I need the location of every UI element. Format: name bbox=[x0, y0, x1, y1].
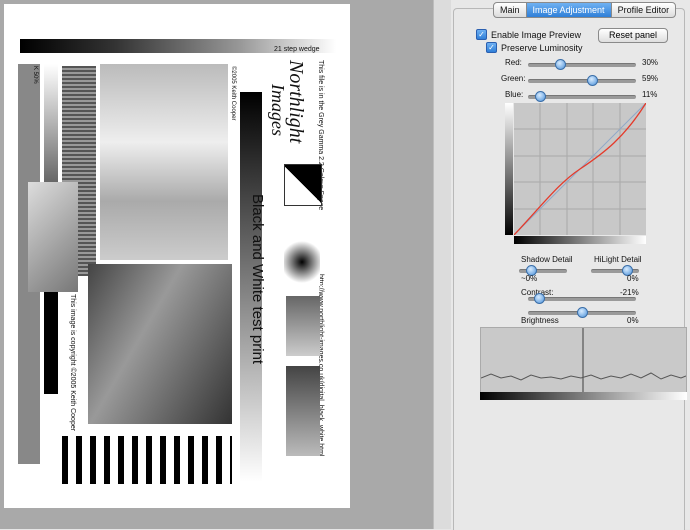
preserve-luminosity-checkbox[interactable]: ✓ Preserve Luminosity bbox=[486, 42, 583, 53]
shadow-detail-value: ~0% bbox=[521, 274, 538, 283]
green-slider[interactable] bbox=[528, 79, 636, 83]
blue-label: Blue: bbox=[505, 90, 524, 99]
small-copyright: ©2005 Keith Cooper bbox=[230, 66, 236, 121]
building-photo bbox=[88, 264, 232, 424]
copyright-line: This image is copyright ©2005 Keith Coop… bbox=[69, 294, 76, 432]
histogram bbox=[480, 327, 687, 393]
splitter[interactable] bbox=[433, 0, 452, 529]
green-slider-knob[interactable] bbox=[586, 75, 598, 86]
small-photo-1 bbox=[286, 296, 320, 356]
tab-image-adjustment[interactable]: Image Adjustment bbox=[526, 3, 612, 17]
red-value: 30% bbox=[642, 58, 659, 67]
test-print-title: Black and White test print bbox=[249, 194, 266, 365]
red-slider[interactable] bbox=[528, 63, 636, 67]
logo-line2: Images bbox=[268, 84, 288, 136]
brightness-value: 0% bbox=[627, 316, 639, 325]
tone-curve[interactable] bbox=[513, 102, 647, 236]
output-gradient bbox=[505, 103, 513, 235]
checkmark-icon: ✓ bbox=[476, 29, 487, 40]
blue-value: 11% bbox=[642, 90, 658, 99]
green-value: 59% bbox=[642, 74, 659, 83]
contrast-value: -21% bbox=[620, 288, 639, 297]
input-gradient bbox=[514, 236, 646, 244]
percent-label: K 50% bbox=[32, 66, 38, 84]
northlight-logo-2: Images bbox=[267, 84, 288, 136]
histogram-graph bbox=[480, 328, 687, 392]
checkmark-icon: ✓ bbox=[486, 42, 497, 53]
test-print-page: 21 step wedge K 50% ©2005 Keith Cooper T… bbox=[4, 4, 350, 508]
step-wedge-label: 21 step wedge bbox=[274, 46, 320, 53]
landscape-photo bbox=[100, 64, 228, 260]
preserve-luminosity-label: Preserve Luminosity bbox=[501, 42, 583, 53]
green-label: Green: bbox=[501, 74, 526, 83]
resolution-spikes bbox=[62, 436, 232, 484]
enable-preview-label: Enable Image Preview bbox=[491, 29, 582, 40]
histogram-gradient bbox=[480, 392, 687, 400]
blue-slider-knob[interactable] bbox=[534, 91, 546, 102]
enable-preview-checkbox[interactable]: ✓ Enable Image Preview bbox=[476, 29, 581, 40]
brightness-knob[interactable] bbox=[577, 307, 588, 318]
reset-panel-button[interactable]: Reset panel bbox=[598, 28, 668, 43]
tab-main[interactable]: Main bbox=[494, 3, 527, 17]
small-photo-2 bbox=[286, 366, 320, 456]
adjustment-panel bbox=[453, 8, 685, 530]
logo-line1: Northlight bbox=[285, 60, 307, 144]
tone-curve-graph bbox=[513, 102, 647, 236]
shadow-detail-label: Shadow Detail bbox=[521, 255, 573, 264]
red-label: Red: bbox=[505, 58, 522, 67]
hilight-detail-value: 0% bbox=[627, 274, 639, 283]
tab-profile-editor[interactable]: Profile Editor bbox=[612, 3, 676, 17]
triangle-swatch bbox=[284, 164, 322, 206]
radial-swatch bbox=[284, 238, 320, 286]
northlight-logo: Northlight bbox=[285, 60, 307, 144]
brightness-label: Brightness bbox=[521, 316, 559, 325]
contrast-knob[interactable] bbox=[533, 293, 545, 304]
tab-bar: Main Image Adjustment Profile Editor bbox=[493, 2, 677, 18]
hilight-detail-label: HiLight Detail bbox=[594, 255, 642, 264]
print-preview-area: 21 step wedge K 50% ©2005 Keith Cooper T… bbox=[0, 0, 433, 529]
gradient-swatch bbox=[28, 182, 78, 292]
